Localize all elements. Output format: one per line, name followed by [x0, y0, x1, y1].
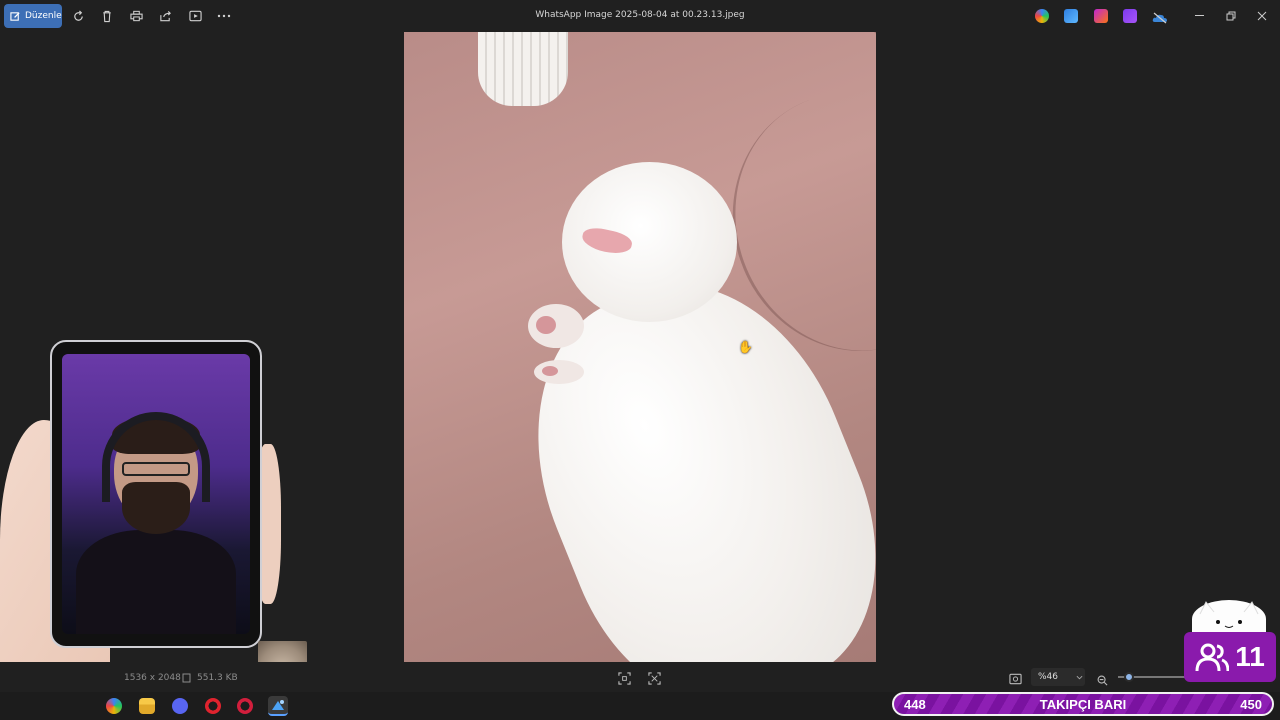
zoom-level-select[interactable]: %46 [1031, 668, 1085, 686]
close-icon [1257, 11, 1267, 21]
photos-icon [272, 700, 284, 710]
minimize-button[interactable] [1192, 8, 1208, 24]
person-body [76, 530, 236, 634]
file-size-icon [182, 673, 191, 683]
follower-goal-label: TAKIPÇI BARI [1039, 696, 1127, 712]
close-button[interactable] [1254, 8, 1270, 24]
actual-size-icon[interactable] [648, 670, 662, 685]
puppy-paw-pad [542, 366, 558, 376]
zoom-slider-thumb[interactable] [1124, 672, 1134, 682]
file-title: WhatsApp Image 2025-08-04 at 00.23.13.jp… [535, 10, 745, 20]
hand-cursor-icon: ✋ [738, 340, 753, 354]
copilot-icon[interactable] [1035, 9, 1049, 23]
follower-goal-bar: 448 TAKIPÇI BARI 450 [892, 692, 1274, 716]
fit-to-window-icon[interactable] [618, 670, 632, 685]
clipchamp-icon[interactable] [1094, 9, 1108, 23]
onedrive-icon[interactable] [1152, 9, 1167, 24]
follower-current: 448 [904, 696, 926, 712]
image-dimensions: 1536 x 2048 [124, 673, 181, 683]
webcam-feed [62, 354, 250, 634]
copilot-taskbar-icon[interactable] [106, 698, 122, 714]
file-size: 551.3 KB [197, 673, 238, 683]
glasses [122, 462, 190, 476]
zoom-out-icon[interactable] [1097, 671, 1109, 686]
photos-taskbar-icon[interactable] [268, 696, 288, 716]
restore-icon [1226, 11, 1236, 21]
designer-icon[interactable] [1064, 9, 1078, 23]
opera-gx-icon[interactable] [237, 698, 253, 714]
viewer-count: 11 [1235, 641, 1265, 672]
file-explorer-icon[interactable] [139, 698, 155, 714]
restore-button[interactable] [1223, 8, 1239, 24]
opera-icon[interactable] [205, 698, 221, 714]
discord-icon[interactable] [172, 698, 188, 714]
video-editor-icon[interactable] [1123, 9, 1137, 23]
chevron-down-icon [1076, 675, 1083, 679]
viewer-count-badge: 11 [1184, 632, 1276, 682]
puppy-paw-pad [536, 316, 556, 334]
status-bar [0, 662, 1280, 692]
people-icon [1195, 643, 1230, 672]
screenshot-icon[interactable] [1009, 670, 1023, 685]
photo-viewport[interactable] [404, 32, 876, 662]
minimize-icon [1195, 15, 1204, 16]
zoom-level: %46 [1038, 672, 1059, 682]
person-beard [122, 482, 190, 534]
top-toolbar: Düzenle WhatsApp Image 2025-08-04 at 00.… [0, 0, 1280, 32]
phone-frame [50, 340, 262, 648]
vase [478, 32, 568, 106]
follower-goal: 450 [1240, 696, 1262, 712]
